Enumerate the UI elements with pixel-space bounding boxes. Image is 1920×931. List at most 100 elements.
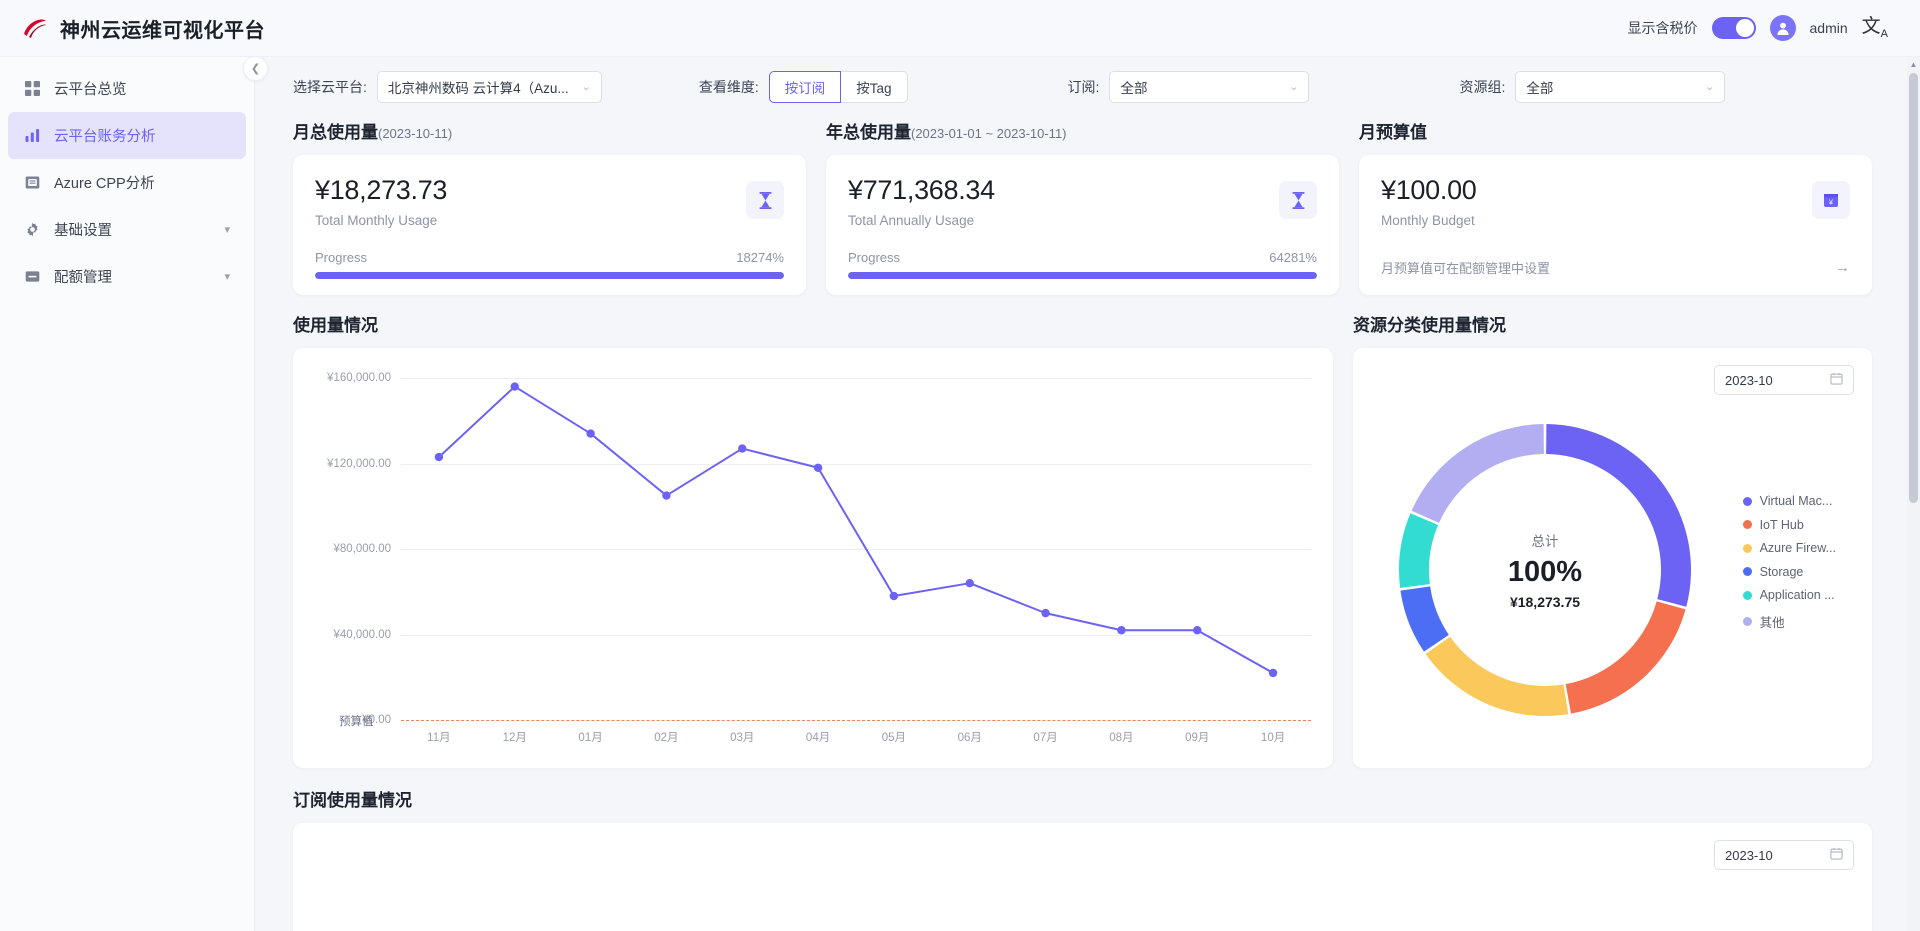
monthly-usage-value: ¥18,273.73 — [315, 175, 448, 205]
chart-data-point[interactable] — [738, 444, 747, 453]
donut-slice[interactable] — [1399, 513, 1439, 588]
sidebar-item-azure-cpp[interactable]: Azure CPP分析 — [8, 159, 246, 206]
main-content: 选择云平台: 北京神州数码 云计算4（Azu... ⌄ 查看维度: 按订阅 按T… — [255, 57, 1910, 931]
donut-legend: Virtual Mac... IoT Hub Azure Firew... Stora… — [1742, 494, 1836, 631]
legend-color-dot — [1742, 520, 1752, 529]
resource-group-select[interactable]: 全部 ⌄ — [1515, 70, 1726, 103]
usage-line-series — [434, 382, 1278, 678]
chart-data-point[interactable] — [662, 491, 671, 500]
annual-progress-bar — [848, 272, 1317, 280]
tab-by-subscription[interactable]: 按订阅 — [768, 70, 842, 103]
platform-filter: 选择云平台: 北京神州数码 云计算4（Azu... ⌄ — [293, 70, 602, 103]
monthly-progress-fill — [315, 272, 784, 280]
monthly-progress-bar — [315, 272, 784, 280]
donut-slice[interactable] — [1425, 636, 1569, 716]
platform-select[interactable]: 北京神州数码 云计算4（Azu... ⌄ — [376, 70, 602, 103]
hourglass-icon — [1279, 181, 1317, 219]
chart-data-point[interactable] — [434, 452, 444, 462]
arrow-right-icon: → — [1835, 259, 1850, 276]
chart-data-point[interactable] — [1041, 608, 1050, 618]
monthly-progress-row: Progress 18274% — [315, 250, 784, 265]
legend-item[interactable]: Application ... — [1742, 588, 1836, 602]
pie-month-picker[interactable]: 2023-10 — [1714, 365, 1854, 395]
budget-hint-link[interactable]: 月预算值可在配额管理中设置 → — [1381, 258, 1850, 277]
resource-pie-title: 资源分类使用量情况 — [1353, 316, 1506, 335]
sidebar-collapse-button[interactable]: ❮ — [243, 56, 268, 81]
legend-item[interactable]: Virtual Mac... — [1742, 494, 1836, 508]
user-name[interactable]: admin — [1810, 20, 1848, 36]
chevron-down-icon[interactable]: ▾ — [224, 223, 230, 236]
grid-icon — [24, 80, 41, 97]
svg-text:¥: ¥ — [1829, 199, 1833, 206]
company-logo-icon — [20, 13, 50, 43]
sidebar-item-basic-settings[interactable]: 基础设置 ▾ — [8, 206, 246, 253]
bar-chart-icon — [24, 127, 41, 144]
monthly-progress-label: Progress — [315, 250, 368, 266]
brand-title: 神州云运维可视化平台 — [60, 19, 265, 42]
annual-progress-value: 64281% — [1269, 250, 1317, 266]
tab-by-tag[interactable]: 按Tag — [841, 70, 908, 103]
annual-progress-fill — [848, 272, 1317, 280]
subscription-usage-title: 订阅使用量情况 — [293, 791, 412, 810]
subscription-select-value: 全部 — [1120, 80, 1148, 96]
sidebar-item-quota-management[interactable]: 配额管理 ▾ — [8, 253, 246, 300]
sidebar-item-billing-analysis[interactable]: 云平台账务分析 — [8, 112, 246, 159]
monthly-budget-title-main: 月预算值 — [1359, 123, 1427, 142]
donut-slice[interactable] — [1411, 424, 1544, 523]
donut-slice[interactable] — [1400, 586, 1449, 652]
donut-slice[interactable] — [1546, 424, 1691, 607]
subscription-filter-label: 订阅: — [1067, 78, 1100, 95]
chart-data-point[interactable] — [1268, 668, 1278, 678]
app-header: 神州云运维可视化平台 显示含税价 admin 文A — [0, 0, 1920, 57]
chart-data-point[interactable] — [510, 382, 519, 391]
charts-row: 使用量情况 ¥0.00 ¥40,000.00 ¥80,000.00 ¥120,000.… — [255, 317, 1910, 768]
annual-usage-card: ¥771,368.34 Total Annually Usage Progres… — [826, 155, 1339, 295]
quota-icon — [24, 268, 41, 285]
document-icon — [24, 174, 41, 191]
chart-data-point[interactable] — [965, 579, 974, 588]
stat-col-annual: 年总使用量(2023-01-01 ~ 2023-10-11) ¥771,368.… — [826, 124, 1339, 295]
legend-item[interactable]: IoT Hub — [1742, 518, 1836, 532]
page-scrollbar[interactable]: ▲ — [1907, 57, 1920, 931]
annual-progress-label: Progress — [848, 250, 901, 266]
tax-toggle-switch[interactable] — [1711, 17, 1756, 39]
legend-color-dot — [1742, 616, 1752, 626]
chart-data-point[interactable] — [586, 429, 595, 438]
donut-slice[interactable] — [1565, 601, 1686, 714]
chart-data-point[interactable] — [1193, 626, 1202, 635]
legend-item[interactable]: Storage — [1742, 565, 1836, 579]
tax-toggle-label: 显示含税价 — [1627, 20, 1698, 36]
subscription-select[interactable]: 全部 ⌄ — [1109, 70, 1310, 103]
page-scrollbar-thumb[interactable] — [1909, 73, 1918, 503]
brand: 神州云运维可视化平台 — [0, 13, 265, 43]
legend-color-dot — [1742, 543, 1752, 553]
sidebar-item-overview[interactable]: 云平台总览 — [8, 65, 246, 112]
chart-data-point[interactable] — [889, 591, 899, 601]
avatar[interactable] — [1769, 15, 1796, 41]
resource-pie-card: 2023-10 总计 100% ¥18,273.75 Virtual Mac..… — [1353, 348, 1872, 768]
donut-chart[interactable]: 总计 100% ¥18,273.75 — [1395, 420, 1695, 720]
legend-label: Virtual Mac... — [1759, 494, 1833, 508]
translate-icon[interactable]: 文A — [1862, 17, 1888, 40]
chart-data-point[interactable] — [813, 463, 823, 472]
subscription-month-picker[interactable]: 2023-10 — [1714, 840, 1854, 870]
scroll-up-arrow-icon[interactable]: ▲ — [1907, 57, 1920, 71]
subscription-month-value: 2023-10 — [1725, 847, 1773, 863]
chevron-down-icon[interactable]: ▾ — [224, 270, 230, 283]
chart-data-point[interactable] — [1117, 626, 1126, 635]
header-actions: 显示含税价 admin 文A — [1628, 15, 1920, 41]
dimension-filter-label: 查看维度: — [698, 78, 759, 95]
sidebar-item-label: 配额管理 — [54, 270, 112, 286]
usage-chart-title: 使用量情况 — [293, 316, 378, 335]
annual-usage-title-sub: (2023-01-01 ~ 2023-10-11) — [911, 126, 1067, 141]
annual-usage-value: ¥771,368.34 — [848, 175, 995, 205]
legend-item[interactable]: 其他 — [1742, 612, 1836, 631]
monthly-usage-title: 月总使用量(2023-10-11) — [293, 124, 806, 141]
annual-usage-title-main: 年总使用量 — [826, 123, 911, 142]
resource-pie-col: 资源分类使用量情况 2023-10 总计 100% ¥18,273.75 Vir… — [1353, 317, 1872, 768]
legend-item[interactable]: Azure Firew... — [1742, 541, 1836, 555]
gear-icon — [24, 221, 41, 238]
usage-line-chart[interactable]: ¥0.00 ¥40,000.00 ¥80,000.00 ¥120,000.00 ¥160… — [293, 348, 1333, 768]
resource-group-filter: 资源组: 全部 ⌄ — [1459, 70, 1726, 103]
monthly-budget-value: ¥100.00 — [1381, 175, 1477, 205]
